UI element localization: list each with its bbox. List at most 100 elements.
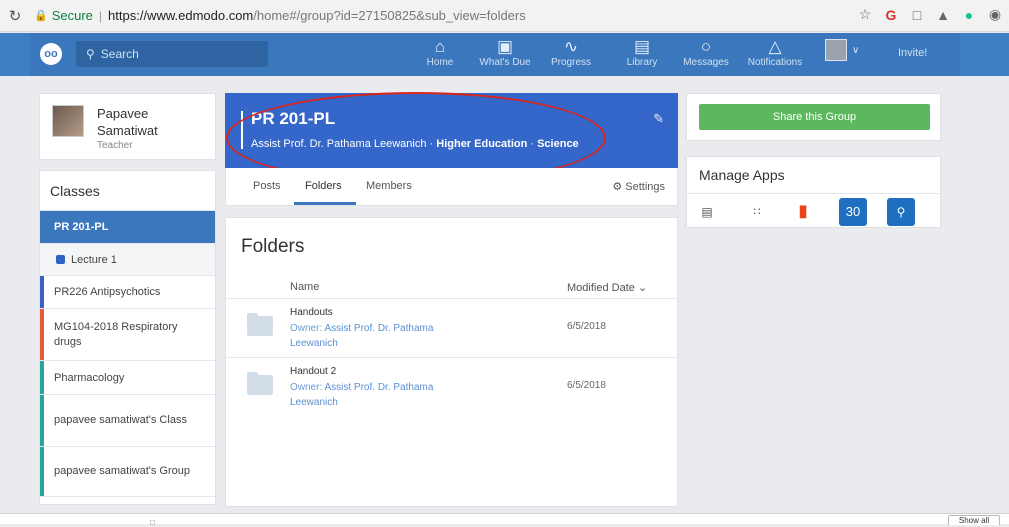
class-item-lecture-1[interactable]: Lecture 1 bbox=[40, 244, 215, 276]
search-icon: ⚲ bbox=[86, 47, 95, 61]
reload-icon[interactable]: ↻ bbox=[4, 7, 26, 25]
nav-whats-due[interactable]: ▣ What's Due bbox=[478, 37, 532, 68]
classes-title: Classes bbox=[40, 171, 215, 211]
nav-library-label: Library bbox=[626, 57, 658, 68]
nav-whats-due-label: What's Due bbox=[479, 57, 531, 68]
messages-icon: ○ bbox=[700, 37, 712, 56]
top-navigation: oo ⚲ Search ⌂ Home ▣ What's Due ∿ Progress ▤… bbox=[0, 33, 1009, 76]
folder-name[interactable]: Handout 2 bbox=[290, 366, 336, 377]
apps-row: ▤ ∷ ▮ 30 ⚲ bbox=[687, 193, 940, 229]
table-row[interactable]: Handouts Owner: Assist Prof. Dr. Pathama… bbox=[226, 299, 677, 357]
class-item-papavee-group[interactable]: papavee samatiwat's Group bbox=[40, 447, 215, 497]
settings-button[interactable]: ⚙ Settings bbox=[612, 180, 665, 193]
owner-label: Owner: bbox=[290, 382, 323, 393]
class-label: PR226 Antipsychotics bbox=[54, 286, 161, 298]
folder-name[interactable]: Handouts bbox=[290, 307, 333, 318]
nav-home[interactable]: ⌂ Home bbox=[422, 37, 458, 68]
file-icon[interactable]: □ bbox=[150, 518, 155, 527]
class-label: Pharmacology bbox=[54, 371, 125, 384]
modified-date: 6/5/2018 bbox=[567, 321, 606, 332]
class-item-pharmacology[interactable]: Pharmacology bbox=[40, 361, 215, 395]
search-input[interactable]: ⚲ Search bbox=[76, 41, 268, 67]
settings-label: Settings bbox=[625, 181, 665, 193]
bell-icon: △ bbox=[768, 37, 782, 56]
drive-icon[interactable]: ▲ bbox=[935, 7, 951, 23]
column-header-modified-label: Modified Date bbox=[567, 282, 635, 294]
class-color-bar bbox=[40, 361, 44, 394]
classes-panel: Classes PR 201-PL Lecture 1 PR226 Antips… bbox=[39, 170, 216, 505]
folder-icon bbox=[247, 313, 273, 336]
class-item-papavee-class[interactable]: papavee samatiwat's Class bbox=[40, 395, 215, 447]
secure-label: Secure bbox=[51, 8, 93, 23]
office-icon[interactable]: ▮ bbox=[791, 200, 815, 224]
class-item-mg104[interactable]: MG104-2018 Respiratory drugs bbox=[40, 309, 215, 361]
manage-apps-title: Manage Apps bbox=[699, 167, 785, 183]
profile-card: Papavee Samatiwat Teacher bbox=[39, 93, 216, 160]
nav-library[interactable]: ▤ Library bbox=[622, 37, 662, 68]
nav-progress[interactable]: ∿ Progress bbox=[548, 37, 594, 68]
nav-home-label: Home bbox=[426, 57, 454, 68]
class-color-bar bbox=[40, 276, 44, 308]
folders-card: Folders Name Modified Date ⌄ Handouts Ow… bbox=[225, 217, 678, 507]
user-avatar[interactable] bbox=[825, 39, 847, 61]
tab-members[interactable]: Members bbox=[366, 180, 412, 192]
class-label: papavee samatiwat's Class bbox=[54, 414, 187, 426]
manage-apps-card: Manage Apps ▤ ∷ ▮ 30 ⚲ bbox=[686, 156, 941, 228]
nav-messages-label: Messages bbox=[683, 57, 729, 68]
folders-title: Folders bbox=[241, 236, 305, 257]
chevron-down-icon: ⌄ bbox=[637, 282, 648, 294]
profile-avatar[interactable] bbox=[52, 105, 84, 137]
extension-icon[interactable]: G bbox=[883, 7, 899, 23]
nav-notifications-label: Notifications bbox=[747, 57, 803, 68]
folder-icon bbox=[247, 372, 273, 395]
library-icon: ▤ bbox=[633, 37, 651, 56]
class-item-pr201[interactable]: PR 201-PL bbox=[40, 211, 215, 244]
tab-posts[interactable]: Posts bbox=[253, 180, 281, 192]
nav-notifications[interactable]: △ Notifications bbox=[744, 37, 806, 68]
class-color-bar bbox=[40, 447, 44, 496]
class-item-pr226[interactable]: PR226 Antipsychotics bbox=[40, 276, 215, 309]
browser-extension-icons: ☆ G □ ▲ ● ◉ bbox=[857, 6, 1003, 23]
grid-icon[interactable]: ∷ bbox=[745, 200, 769, 224]
url-field[interactable]: https://www.edmodo.com/home#/group?id=27… bbox=[108, 8, 526, 23]
grammarly-icon[interactable]: ● bbox=[961, 7, 977, 23]
pdf-extension-icon[interactable]: □ bbox=[909, 7, 925, 23]
column-header-modified[interactable]: Modified Date ⌄ bbox=[567, 281, 647, 294]
tab-folders[interactable]: Folders bbox=[305, 180, 342, 192]
edmodo-logo-icon[interactable]: oo bbox=[40, 43, 62, 65]
calendar-30-icon[interactable]: 30 bbox=[839, 198, 867, 226]
home-icon: ⌂ bbox=[434, 37, 446, 56]
modified-date: 6/5/2018 bbox=[567, 380, 606, 391]
profile-name[interactable]: Papavee Samatiwat bbox=[97, 105, 207, 139]
profile-role: Teacher bbox=[97, 140, 133, 151]
shield-extension-icon[interactable]: ◉ bbox=[987, 6, 1003, 23]
folder-owner: Owner: Assist Prof. Dr. Pathama Leewanic… bbox=[290, 321, 460, 351]
owner-label: Owner: bbox=[290, 323, 323, 334]
table-row[interactable]: Handout 2 Owner: Assist Prof. Dr. Patham… bbox=[226, 358, 677, 416]
star-icon[interactable]: ☆ bbox=[857, 6, 873, 23]
quiz-search-icon[interactable]: ⚲ bbox=[887, 198, 915, 226]
calendar-icon: ▣ bbox=[496, 37, 514, 56]
class-label: MG104-2018 Respiratory drugs bbox=[54, 320, 178, 348]
nav-messages[interactable]: ○ Messages bbox=[682, 37, 730, 68]
share-card: Share this Group bbox=[686, 93, 941, 141]
share-group-button[interactable]: Share this Group bbox=[699, 104, 930, 130]
url-path: /home#/group?id=27150825&sub_view=folder… bbox=[253, 8, 526, 23]
url-host: https://www.edmodo.com bbox=[108, 8, 254, 23]
column-header-name[interactable]: Name bbox=[290, 281, 319, 293]
invite-link[interactable]: Invite! bbox=[898, 47, 927, 59]
progress-icon: ∿ bbox=[563, 37, 579, 56]
url-separator: | bbox=[98, 8, 103, 23]
edit-pencil-icon[interactable]: ✎ bbox=[653, 111, 664, 127]
browser-address-bar: ↻ 🔒 Secure | https://www.edmodo.com/home… bbox=[0, 0, 1009, 32]
class-color-bar bbox=[40, 395, 44, 446]
nav-progress-label: Progress bbox=[550, 57, 591, 68]
group-color-icon bbox=[56, 255, 65, 264]
store-icon[interactable]: ▤ bbox=[695, 200, 719, 224]
group-tabs: Posts Folders Members ⚙ Settings bbox=[225, 168, 678, 206]
class-color-bar bbox=[40, 309, 44, 360]
class-label: PR 201-PL bbox=[54, 221, 109, 233]
chevron-down-icon[interactable]: ∨ bbox=[852, 45, 859, 56]
search-placeholder: Search bbox=[100, 47, 139, 61]
nav-container: oo ⚲ Search ⌂ Home ▣ What's Due ∿ Progress ▤… bbox=[30, 33, 960, 76]
